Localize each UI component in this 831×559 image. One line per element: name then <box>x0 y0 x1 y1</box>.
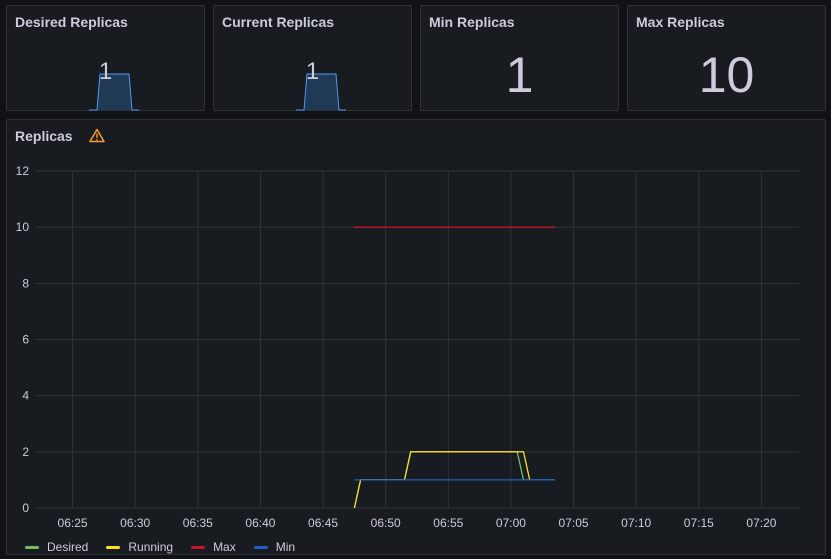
legend-label-desired: Desired <box>47 540 89 554</box>
y-tick-label: 4 <box>22 389 29 403</box>
x-tick-label: 07:15 <box>684 516 714 530</box>
panel-title: Desired Replicas <box>15 14 128 30</box>
x-tick-label: 07:05 <box>559 516 589 530</box>
y-tick-label: 10 <box>16 220 30 234</box>
legend-swatch-desired <box>25 545 39 549</box>
warning-triangle-icon[interactable] <box>89 128 105 143</box>
desired-replicas-value: 1 <box>98 58 113 85</box>
x-tick-label: 06:55 <box>433 516 463 530</box>
legend-swatch-min <box>253 545 268 549</box>
y-tick-label: 6 <box>22 333 29 347</box>
panel-title: Replicas <box>15 128 73 144</box>
y-tick-label: 12 <box>16 164 30 178</box>
legend-item-desired[interactable]: Desired <box>25 540 88 554</box>
legend-swatch-running <box>106 545 121 549</box>
x-tick-label: 06:40 <box>245 516 275 530</box>
legend-label-min: Min <box>275 540 296 554</box>
x-tick-label: 06:35 <box>183 516 213 530</box>
desired-replicas-panel[interactable]: Desired Replicas 1 <box>6 5 205 111</box>
replicas-chart[interactable]: 0 2 4 6 8 10 12 06:25 06:30 06:35 06:40 06:45 06:50 0… <box>7 120 827 556</box>
legend-label-max: Max <box>213 540 236 554</box>
replicas-panel[interactable]: 0 2 4 6 8 10 12 06:25 06:30 06:35 06:40 06:45 06:50 0… <box>6 119 826 555</box>
x-tick-label: 07:10 <box>621 516 651 530</box>
panel-title: Current Replicas <box>222 14 335 30</box>
x-tick-label: 06:25 <box>58 516 88 530</box>
legend-label-running: Running <box>128 540 174 554</box>
y-tick-label: 2 <box>22 445 29 459</box>
legend-item-running[interactable]: Running <box>106 540 173 554</box>
min-replicas-value: 1 <box>505 47 534 103</box>
x-tick-label: 06:50 <box>371 516 401 530</box>
x-tick-label: 06:45 <box>308 516 338 530</box>
x-tick-label: 07:20 <box>746 516 776 530</box>
x-tick-label: 06:30 <box>120 516 150 530</box>
y-tick-label: 0 <box>22 501 29 515</box>
x-tick-label: 07:00 <box>496 516 526 530</box>
legend-item-min[interactable]: Min <box>253 540 296 554</box>
max-replicas-value: 10 <box>698 47 755 103</box>
min-replicas-panel[interactable]: Min Replicas 1 <box>420 5 619 111</box>
panel-title: Max Replicas <box>636 14 725 30</box>
max-replicas-panel[interactable]: Max Replicas 10 <box>627 5 826 111</box>
chart-legend: Desired Running Max Min <box>25 540 295 554</box>
panel-title: Min Replicas <box>429 14 515 30</box>
legend-item-max[interactable]: Max <box>191 540 236 554</box>
current-replicas-panel[interactable]: Current Replicas 1 <box>213 5 412 111</box>
y-tick-label: 8 <box>22 276 29 290</box>
current-replicas-value: 1 <box>305 58 320 85</box>
legend-swatch-max <box>191 545 206 549</box>
